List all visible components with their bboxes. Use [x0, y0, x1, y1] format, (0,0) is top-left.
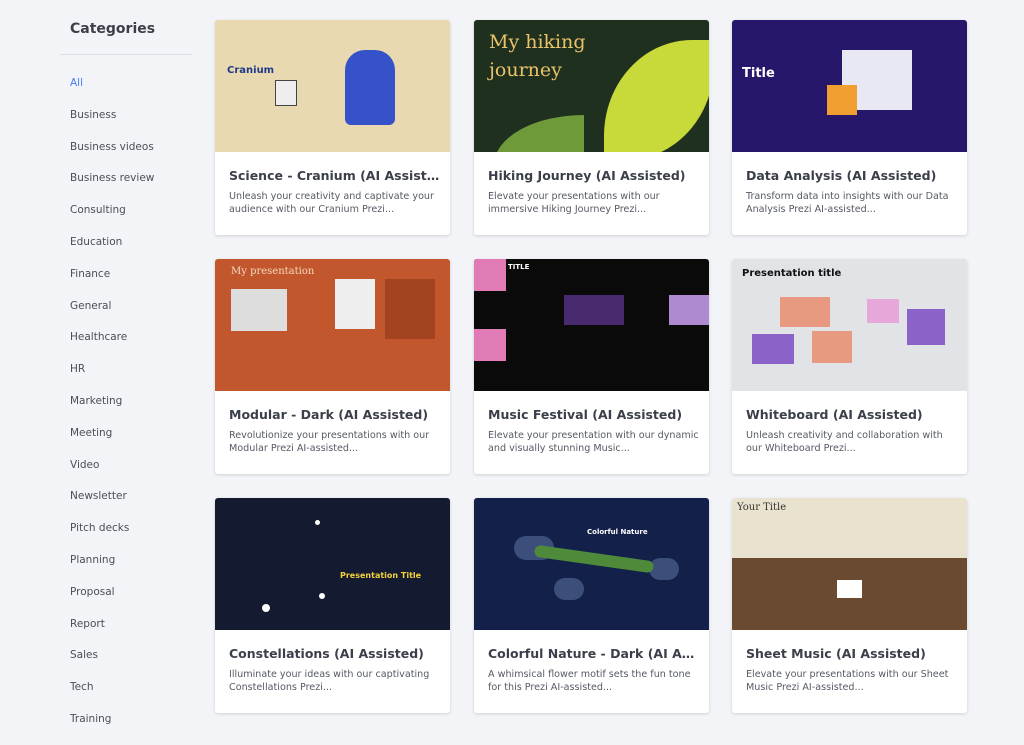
template-thumbnail: Presentation Title	[215, 498, 450, 630]
thumbnail-title: My presentation	[231, 266, 315, 277]
category-education[interactable]: Education	[70, 236, 154, 268]
template-card[interactable]: Colorful Nature Colorful Nature - Dark (…	[474, 498, 709, 713]
category-list: All Business Business videos Business revie…	[70, 77, 154, 745]
template-description: Elevate your presentations with our Shee…	[746, 669, 949, 693]
template-description: Elevate your presentations with our imme…	[488, 191, 660, 215]
category-proposal[interactable]: Proposal	[70, 586, 154, 618]
category-newsletter[interactable]: Newsletter	[70, 490, 154, 522]
template-title: Data Analysis (AI Assisted)	[746, 168, 937, 183]
category-marketing[interactable]: Marketing	[70, 395, 154, 427]
category-pitch-decks[interactable]: Pitch decks	[70, 522, 154, 554]
template-card[interactable]: My presentation Modular - Dark (AI Assis…	[215, 259, 450, 474]
template-card[interactable]: Presentation title Whiteboard (AI Assist…	[732, 259, 967, 474]
divider	[60, 54, 192, 55]
category-finance[interactable]: Finance	[70, 268, 154, 300]
category-tech[interactable]: Tech	[70, 681, 154, 713]
category-business[interactable]: Business	[70, 109, 154, 141]
template-title: Whiteboard (AI Assisted)	[746, 407, 923, 422]
template-title: Colorful Nature - Dark (AI Assisted)	[488, 646, 700, 661]
template-thumbnail: My hiking journey	[474, 20, 709, 152]
category-general[interactable]: General	[70, 300, 154, 332]
category-business-review[interactable]: Business review	[70, 172, 154, 204]
template-thumbnail: Colorful Nature	[474, 498, 709, 630]
template-thumbnail: Presentation title	[732, 259, 967, 391]
template-thumbnail: Your Title	[732, 498, 967, 630]
category-training[interactable]: Training	[70, 713, 154, 745]
template-title: Modular - Dark (AI Assisted)	[229, 407, 429, 422]
category-video[interactable]: Video	[70, 459, 154, 491]
category-hr[interactable]: HR	[70, 363, 154, 395]
category-consulting[interactable]: Consulting	[70, 204, 154, 236]
thumbnail-title: Your Title	[737, 502, 787, 513]
category-all[interactable]: All	[70, 77, 154, 109]
template-title: Hiking Journey (AI Assisted)	[488, 168, 686, 183]
thumbnail-title: Presentation Title	[340, 571, 422, 580]
template-description: Elevate your presentation with our dynam…	[488, 430, 699, 454]
thumbnail-title: Cranium	[227, 65, 275, 76]
thumbnail-title: My hiking journey	[489, 31, 586, 81]
template-title: Music Festival (AI Assisted)	[488, 407, 683, 422]
template-title: Sheet Music (AI Assisted)	[746, 646, 926, 661]
template-description: A whimsical flower motif sets the fun to…	[488, 669, 691, 693]
template-card[interactable]: TITLE Music Festival (AI Assisted) Eleva…	[474, 259, 709, 474]
template-title: Science - Cranium (AI Assisted)	[229, 168, 441, 183]
category-planning[interactable]: Planning	[70, 554, 154, 586]
template-card[interactable]: Presentation Title Constellations (AI As…	[215, 498, 450, 713]
categories-heading: Categories	[70, 21, 156, 37]
template-description: Transform data into insights with our Da…	[746, 191, 949, 215]
template-description: Illuminate your ideas with our captivati…	[229, 669, 430, 693]
template-description: Unleash creativity and collaboration wit…	[746, 430, 943, 454]
category-meeting[interactable]: Meeting	[70, 427, 154, 459]
template-card[interactable]: Your Title Sheet Music (AI Assisted) Ele…	[732, 498, 967, 713]
category-report[interactable]: Report	[70, 618, 154, 650]
category-sales[interactable]: Sales	[70, 649, 154, 681]
template-description: Unleash your creativity and captivate yo…	[229, 191, 434, 215]
template-card[interactable]: Cranium Science - Cranium (AI Assisted) …	[215, 20, 450, 235]
category-healthcare[interactable]: Healthcare	[70, 331, 154, 363]
template-card[interactable]: Title Data Analysis (AI Assisted) Transf…	[732, 20, 967, 235]
template-title: Constellations (AI Assisted)	[229, 646, 424, 661]
thumbnail-title: Presentation title	[742, 268, 842, 279]
category-business-videos[interactable]: Business videos	[70, 141, 154, 173]
thumbnail-title: Colorful Nature	[587, 528, 648, 536]
template-thumbnail: My presentation	[215, 259, 450, 391]
template-card[interactable]: My hiking journey Hiking Journey (AI Ass…	[474, 20, 709, 235]
template-thumbnail: Cranium	[215, 20, 450, 152]
thumbnail-title: Title	[742, 66, 775, 81]
template-thumbnail: Title	[732, 20, 967, 152]
thumbnail-title: TITLE	[508, 263, 530, 271]
template-description: Revolutionize your presentations with ou…	[229, 430, 430, 454]
template-thumbnail: TITLE	[474, 259, 709, 391]
